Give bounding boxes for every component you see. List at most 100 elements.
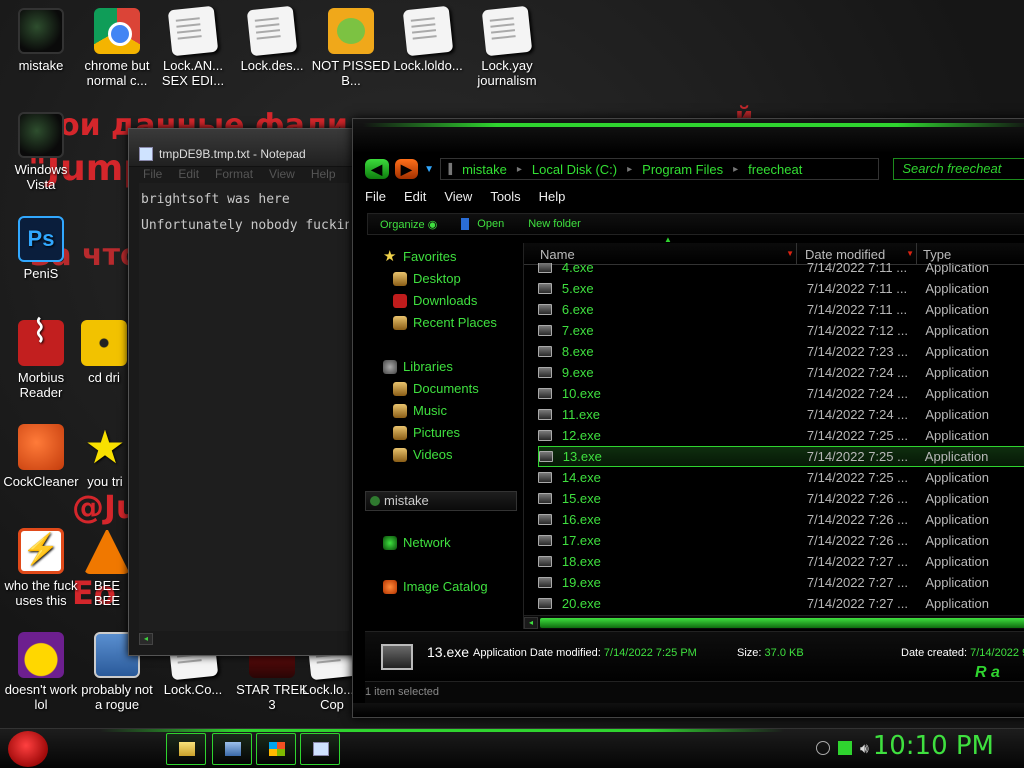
menu-tools[interactable]: Tools [490,189,520,209]
desktop-icon-not-pissed[interactable]: NOT PISSED B... [310,8,392,88]
scroll-left-button[interactable]: ◂ [524,617,538,629]
clock[interactable]: 10:10 PM [873,731,994,761]
scroll-left-button[interactable]: ◂ [139,633,153,645]
menu-help[interactable]: Help [539,189,566,209]
desktop-icon-you-tri[interactable]: ★ you tri [76,424,134,489]
new-folder-button[interactable]: New folder [528,218,581,230]
scrollbar-thumb[interactable] [540,618,1024,628]
desktop-icon-lock-yay[interactable]: Lock.yay journalism [466,5,548,88]
notepad-text-area[interactable]: brightsoft was here Unfortunately nobody… [139,183,349,631]
organize-button[interactable]: Organize ◉ [380,218,437,231]
file-row[interactable]: 6.exe 7/14/2022 7:11 ... Application [538,299,1024,320]
breadcrumb-local-disk[interactable]: Local Disk (C:) [522,162,627,177]
nav-user-mistake[interactable]: mistake [365,491,517,511]
desktop-icon-who-uses-this[interactable]: ⚡ who the fuck uses this [0,528,82,608]
notepad-window[interactable]: tmpDE9B.tmp.txt - Notepad File Edit Form… [128,128,360,656]
file-row[interactable]: 15.exe 7/14/2022 7:26 ... Application [538,488,1024,509]
tray-chevron-icon[interactable] [816,741,830,755]
application-icon [538,283,552,294]
desktop-icon-morbius-reader[interactable]: Morbius Reader [0,320,82,400]
theme-logo: R a [975,664,1000,681]
nav-downloads[interactable]: Downloads [393,293,477,308]
start-button[interactable] [8,731,48,767]
desktop-icon-doesnt-work[interactable]: doesn't work lol [0,632,82,712]
desktop-icon-lock-an[interactable]: Lock.AN... SEX EDI... [152,5,234,88]
explorer-titlebar[interactable] [353,119,1024,153]
explorer-window[interactable]: ◀ ▶ ▼ ▐ mistake ▸ Local Disk (C:) ▸ Prog… [352,118,1024,718]
taskbar-windows[interactable] [256,733,296,765]
explorer-menubar: File Edit View Tools Help [365,189,565,209]
network-status-icon[interactable] [838,741,852,755]
notepad-menu-file[interactable]: File [143,167,162,183]
file-name: 8.exe [561,344,594,359]
menu-file[interactable]: File [365,189,386,209]
open-button[interactable]: Open [461,218,504,231]
desktop-icon-cd-drive[interactable]: cd dri [74,320,134,385]
notepad-menu-view[interactable]: View [269,167,295,183]
nav-image-catalog[interactable]: Image Catalog [383,579,488,594]
file-type: Application [925,428,989,443]
breadcrumb-program-files[interactable]: Program Files [632,162,733,177]
desktop-icon-chrome[interactable]: chrome but normal c... [76,8,158,88]
nav-recent-places[interactable]: Recent Places [393,315,497,330]
documents-icon [393,381,407,396]
nav-favorites[interactable]: ★ Favorites [383,249,456,265]
file-row[interactable]: 5.exe 7/14/2022 7:11 ... Application [538,278,1024,299]
file-row[interactable]: 9.exe 7/14/2022 7:24 ... Application [538,362,1024,383]
file-row[interactable]: 18.exe 7/14/2022 7:27 ... Application [538,551,1024,572]
notepad-titlebar[interactable]: tmpDE9B.tmp.txt - Notepad [129,129,359,167]
chevron-down-icon[interactable]: ▼ [906,249,914,258]
taskbar-notepad[interactable] [300,733,340,765]
file-row[interactable]: 11.exe 7/14/2022 7:24 ... Application [538,404,1024,425]
column-header-date[interactable]: Date modified ▼ [796,243,916,264]
file-row[interactable]: 20.exe 7/14/2022 7:27 ... Application [538,593,1024,613]
nav-libraries[interactable]: Libraries [383,359,453,374]
desktop-icon-mistake[interactable]: mistake [0,8,82,73]
file-row[interactable]: 10.exe 7/14/2022 7:24 ... Application [538,383,1024,404]
breadcrumb-freecheat[interactable]: freecheat [738,162,812,177]
address-bar[interactable]: ▐ mistake ▸ Local Disk (C:) ▸ Program Fi… [439,158,880,180]
file-row[interactable]: 12.exe 7/14/2022 7:25 ... Application [538,425,1024,446]
application-icon [538,346,552,357]
breadcrumb-mistake[interactable]: mistake [452,162,517,177]
chevron-down-icon[interactable]: ▼ [424,164,434,175]
desktop-icon-cockcleaner[interactable]: CockCleaner [0,424,82,489]
menu-edit[interactable]: Edit [404,189,426,209]
horizontal-scrollbar[interactable]: ◂ [524,615,1024,629]
file-row[interactable]: 19.exe 7/14/2022 7:27 ... Application [538,572,1024,593]
desktop-icon-lock-loldo[interactable]: Lock.loldo... [387,5,469,73]
desktop-icon-penis[interactable]: Ps PeniS [0,216,82,281]
file-name: 10.exe [561,386,601,401]
nav-music[interactable]: Music [393,403,447,418]
nav-pictures[interactable]: Pictures [393,425,460,440]
column-header-type[interactable]: Type [916,243,1024,264]
notepad-menu-edit[interactable]: Edit [178,167,199,183]
document-icon [402,5,454,57]
nav-desktop[interactable]: Desktop [393,271,461,286]
file-row[interactable]: 14.exe 7/14/2022 7:25 ... Application [538,467,1024,488]
taskbar-monitor[interactable] [212,733,252,765]
search-input[interactable]: Search freecheat [893,158,1024,180]
file-row[interactable]: 8.exe 7/14/2022 7:23 ... Application [538,341,1024,362]
file-row[interactable]: 17.exe 7/14/2022 7:26 ... Application [538,530,1024,551]
file-row[interactable]: 13.exe 7/14/2022 7:25 ... Application [538,446,1024,467]
file-row[interactable]: 4.exe 7/14/2022 7:11 ... Application [538,263,1024,278]
document-icon [246,5,298,57]
nav-network[interactable]: Network [383,535,451,550]
desktop-icon-lock-des[interactable]: Lock.des... [231,5,313,73]
file-row[interactable]: 16.exe 7/14/2022 7:26 ... Application [538,509,1024,530]
notepad-menu-format[interactable]: Format [215,167,253,183]
nav-documents[interactable]: Documents [393,381,479,396]
nav-videos[interactable]: Videos [393,447,453,462]
chevron-down-icon[interactable]: ▼ [786,249,794,258]
file-name: 17.exe [561,533,601,548]
back-button[interactable]: ◀ [365,159,389,179]
menu-view[interactable]: View [444,189,472,209]
desktop-icon-bee-bee[interactable]: BEE BEE [82,528,132,608]
taskbar-explorer[interactable] [166,733,206,765]
desktop-icon-windows-vista[interactable]: Windows Vista [0,112,82,192]
column-header-name[interactable]: ▲ Name ▼ [524,235,796,264]
notepad-menu-help[interactable]: Help [311,167,336,183]
file-row[interactable]: 7.exe 7/14/2022 7:12 ... Application [538,320,1024,341]
forward-button[interactable]: ▶ [394,159,419,179]
